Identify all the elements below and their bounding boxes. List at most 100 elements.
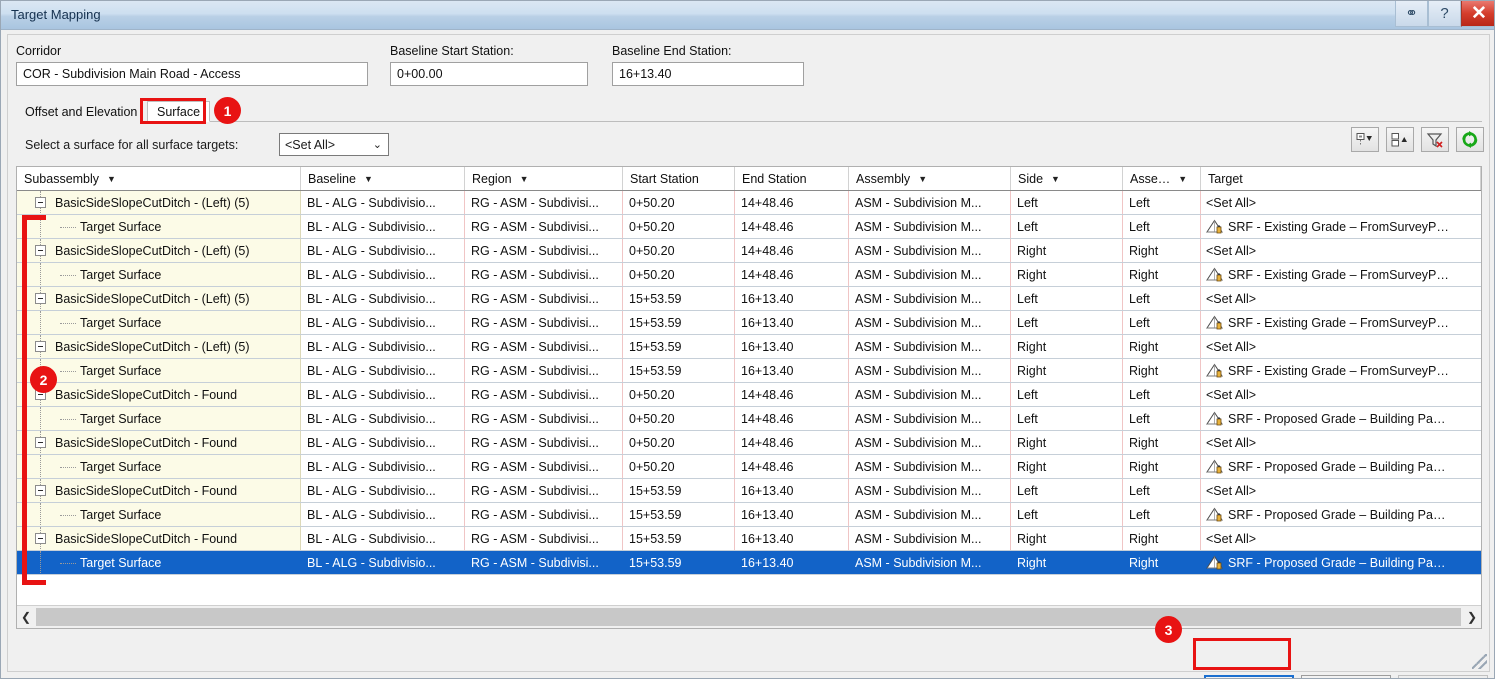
table-row[interactable]: Target Surface BL - ALG - Subdivisio... RG… [17,215,1481,239]
grid-column-header[interactable]: Assembly ▼ [849,167,1011,190]
target-cell[interactable]: SRF - Proposed Grade – Building Pa… [1201,551,1481,574]
sort-arrow-icon[interactable]: ▼ [1178,174,1187,184]
grid-cell-baseline: BL - ALG - Subdivisio... [301,191,465,214]
tree-collapse-toggle[interactable] [35,293,46,304]
sort-arrow-icon[interactable]: ▼ [1051,174,1060,184]
target-cell[interactable]: <Set All> [1201,239,1481,262]
target-cell[interactable]: SRF - Proposed Grade – Building Pa… [1201,503,1481,526]
tree-collapse-toggle[interactable] [35,533,46,544]
grid-cell-side: Left [1011,191,1123,214]
cancel-button[interactable]: Cancel [1301,675,1391,678]
target-cell[interactable]: <Set All> [1201,191,1481,214]
resize-grip[interactable] [1472,654,1487,669]
tree-collapse-toggle[interactable] [35,197,46,208]
corridor-field[interactable]: COR - Subdivision Main Road - Access [16,62,368,86]
table-row[interactable]: BasicSideSlopeCutDitch - (Left) (5) BL - … [17,239,1481,263]
table-row[interactable]: BasicSideSlopeCutDitch - (Left) (5) BL - … [17,191,1481,215]
target-cell[interactable]: <Set All> [1201,431,1481,454]
surface-selector-combo[interactable]: <Set All> ⌄ [279,133,389,156]
scrollbar-thumb[interactable] [36,608,1461,626]
tree-collapse-toggle[interactable] [35,437,46,448]
table-row[interactable]: Target Surface BL - ALG - Subdivisio... RG… [17,311,1481,335]
grid-column-header[interactable]: Side ▼ [1011,167,1123,190]
sort-arrow-icon[interactable]: ▼ [520,174,529,184]
table-row[interactable]: Target Surface BL - ALG - Subdivisio... RG… [17,551,1481,575]
tree-collapse-toggle[interactable] [35,245,46,256]
target-cell[interactable]: SRF - Existing Grade – FromSurveyP… [1201,359,1481,382]
grid-column-header-label: Start Station [630,171,699,186]
table-row[interactable]: Target Surface BL - ALG - Subdivisio... RG… [17,407,1481,431]
target-cell[interactable]: SRF - Existing Grade – FromSurveyP… [1201,311,1481,334]
subassembly-tree-cell: BasicSideSlopeCutDitch - (Left) (5) [17,335,301,358]
target-value: <Set All> [1206,243,1257,258]
target-cell[interactable]: <Set All> [1201,335,1481,358]
collapse-tree-button[interactable] [1386,127,1414,152]
table-row[interactable]: BasicSideSlopeCutDitch - (Left) (5) BL - … [17,287,1481,311]
table-row[interactable]: BasicSideSlopeCutDitch - Found BL - ALG -… [17,431,1481,455]
ok-button[interactable]: OK [1204,675,1294,678]
grid-cell-region: RG - ASM - Subdivisi... [465,311,623,334]
table-row[interactable]: Target Surface BL - ALG - Subdivisio... RG… [17,359,1481,383]
target-value: <Set All> [1206,195,1257,210]
baseline-end-field[interactable]: 16+13.40 [612,62,804,86]
tree-collapse-toggle[interactable] [35,485,46,496]
subassembly-tree-cell: BasicSideSlopeCutDitch - Found [17,527,301,550]
grid-column-header[interactable]: End Station [735,167,849,190]
surface-icon [1206,219,1223,234]
filter-clear-icon [1426,132,1443,148]
help-button[interactable]: ? [1428,1,1461,27]
table-row[interactable]: BasicSideSlopeCutDitch - Found BL - ALG -… [17,479,1481,503]
scroll-left-button[interactable]: ❮ [17,606,35,628]
target-cell[interactable]: <Set All> [1201,479,1481,502]
surface-icon [1206,459,1223,474]
table-row[interactable]: Target Surface BL - ALG - Subdivisio... RG… [17,503,1481,527]
target-cell[interactable]: <Set All> [1201,287,1481,310]
grid-cell-start: 15+53.59 [623,551,735,574]
target-cell[interactable]: SRF - Proposed Grade – Building Pa… [1201,455,1481,478]
target-cell[interactable]: SRF - Existing Grade – FromSurveyP… [1201,263,1481,286]
grid-cell-side: Right [1011,527,1123,550]
grid-horizontal-scrollbar[interactable]: ❮ ❯ [17,605,1481,628]
grid-cell-asse: Right [1123,335,1201,358]
grid-column-header[interactable]: Start Station [623,167,735,190]
target-cell[interactable]: SRF - Proposed Grade – Building Pa… [1201,407,1481,430]
grid-column-header[interactable]: Subassembly ▼ [17,167,301,190]
grid-column-header[interactable]: Region ▼ [465,167,623,190]
grid-column-header[interactable]: Asse… ▼ [1123,167,1201,190]
tree-collapse-toggle[interactable] [35,341,46,352]
grid-body: BasicSideSlopeCutDitch - (Left) (5) BL - … [17,191,1481,606]
target-surface-label: Target Surface [80,411,162,426]
table-row[interactable]: BasicSideSlopeCutDitch - Found BL - ALG -… [17,527,1481,551]
tree-guide-line [40,503,41,526]
grid-cell-asse: Left [1123,215,1201,238]
close-button[interactable]: ✕ [1461,1,1494,27]
grid-cell-asse: Left [1123,383,1201,406]
pin-button[interactable]: ⚭ [1395,1,1428,27]
tab-offset-and-elevation[interactable]: Offset and Elevation [16,101,147,122]
target-cell[interactable]: <Set All> [1201,383,1481,406]
baseline-start-field[interactable]: 0+00.00 [390,62,588,86]
clear-filter-button[interactable] [1421,127,1449,152]
table-row[interactable]: Target Surface BL - ALG - Subdivisio... RG… [17,455,1481,479]
sort-arrow-icon[interactable]: ▼ [918,174,927,184]
sort-arrow-icon[interactable]: ▼ [107,174,116,184]
target-value: SRF - Existing Grade – FromSurveyP… [1228,219,1449,234]
tree-guide-line [40,455,41,478]
surface-icon [1206,267,1223,282]
sort-arrow-icon[interactable]: ▼ [364,174,373,184]
expand-tree-button[interactable] [1351,127,1379,152]
target-cell[interactable]: SRF - Existing Grade – FromSurveyP… [1201,215,1481,238]
grid-column-header[interactable]: Baseline ▼ [301,167,465,190]
grid-cell-region: RG - ASM - Subdivisi... [465,479,623,502]
tab-underline [16,121,1482,122]
table-row[interactable]: BasicSideSlopeCutDitch - Found BL - ALG -… [17,383,1481,407]
grid-cell-end: 14+48.46 [735,239,849,262]
refresh-button[interactable] [1456,127,1484,152]
target-surface-label: Target Surface [80,315,162,330]
table-row[interactable]: BasicSideSlopeCutDitch - (Left) (5) BL - … [17,335,1481,359]
tab-surface[interactable]: Surface [147,101,211,122]
scroll-right-button[interactable]: ❯ [1463,606,1481,628]
target-cell[interactable]: <Set All> [1201,527,1481,550]
grid-column-header[interactable]: Target [1201,167,1481,190]
table-row[interactable]: Target Surface BL - ALG - Subdivisio... RG… [17,263,1481,287]
